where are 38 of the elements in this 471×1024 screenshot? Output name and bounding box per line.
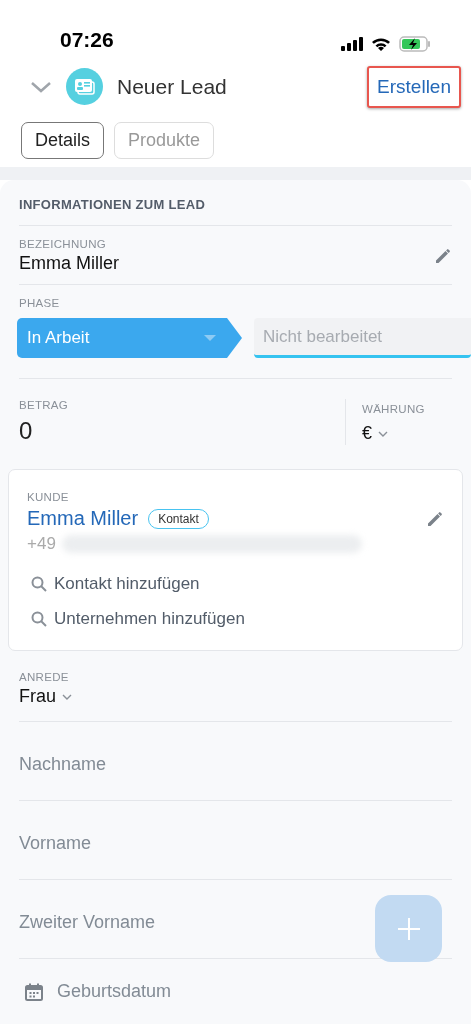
- field-label: KUNDE: [27, 491, 70, 503]
- create-button[interactable]: Erstellen: [367, 65, 461, 108]
- battery-charging-icon: [399, 35, 431, 52]
- dropdown-arrow-icon: [204, 335, 216, 341]
- text-field[interactable]: Nachname: [19, 734, 452, 785]
- phone-prefix: +49: [27, 534, 56, 554]
- field-label: BEZEICHNUNG: [19, 238, 107, 250]
- amount-value: 0: [19, 417, 34, 445]
- currency-value[interactable]: €: [362, 423, 372, 444]
- section-title: INFORMATIONEN ZUM LEAD: [19, 180, 452, 226]
- pencil-icon[interactable]: [426, 509, 444, 528]
- field-label: ANREDE: [19, 671, 70, 683]
- field-label: WÄHRUNG: [362, 403, 426, 415]
- contact-card-icon: [66, 68, 103, 106]
- field-value: Emma Miller: [19, 253, 119, 274]
- field-label: BETRAG: [19, 399, 70, 411]
- plus-icon: [397, 917, 420, 940]
- field-label: PHASE: [19, 297, 61, 309]
- date-field[interactable]: Geburtsdatum: [19, 959, 452, 1024]
- salutation-value[interactable]: Frau: [19, 686, 56, 707]
- chevron-down-icon[interactable]: [30, 80, 52, 93]
- tab[interactable]: Details: [21, 122, 105, 159]
- text-field[interactable]: Zweiter Vorname: [19, 892, 452, 943]
- wifi-icon: [371, 36, 391, 51]
- chevron-down-icon: [62, 693, 72, 700]
- chevron-down-icon: [378, 430, 388, 437]
- status-time: 07:26: [60, 27, 114, 52]
- search-icon: [31, 575, 47, 592]
- text-field[interactable]: Vorname: [19, 813, 452, 864]
- add-link[interactable]: Kontakt hinzufügen: [27, 566, 444, 601]
- pencil-icon[interactable]: [434, 247, 452, 265]
- signal-icon: [341, 36, 363, 51]
- search-icon: [31, 610, 47, 627]
- screen-title: Neuer Lead: [117, 74, 228, 99]
- customer-name[interactable]: Emma Miller: [27, 507, 139, 530]
- add-link[interactable]: Unternehmen hinzufügen: [27, 601, 444, 636]
- calendar-icon: [25, 982, 43, 1001]
- tab[interactable]: Produkte: [114, 122, 215, 159]
